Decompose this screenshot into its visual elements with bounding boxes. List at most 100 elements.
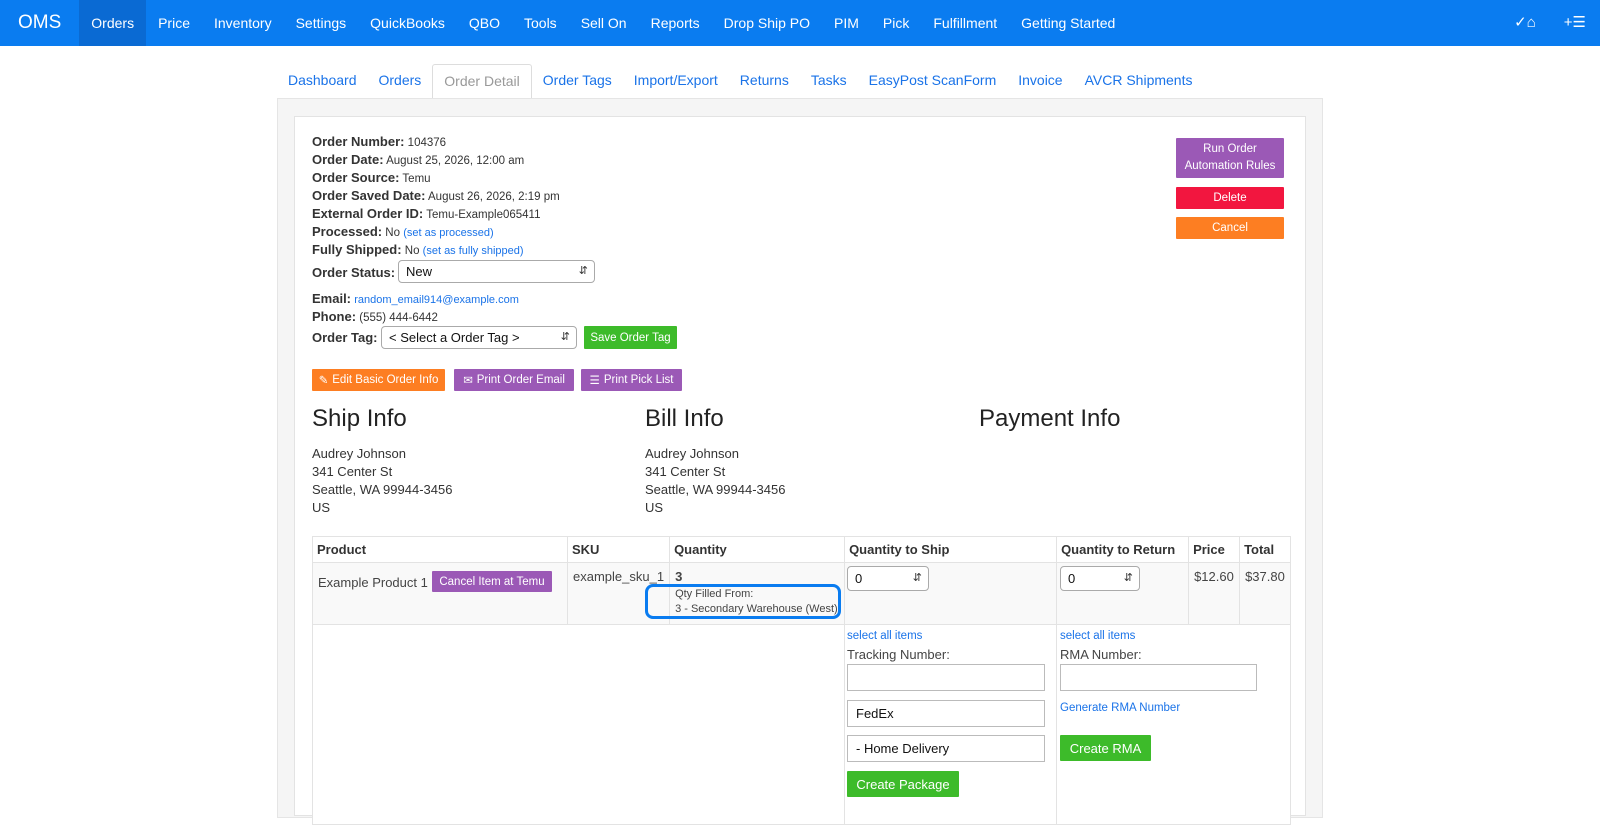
edit-basic-label: Edit Basic Order Info — [332, 374, 439, 386]
set-processed-link[interactable]: (set as processed) — [403, 227, 493, 239]
tab-order-detail[interactable]: Order Detail — [432, 64, 532, 100]
col-qty-ship: Quantity to Ship — [844, 536, 1058, 563]
check-home-icon[interactable]: ✓⌂ — [1500, 0, 1550, 46]
order-date-line: Order Date: August 25, 2026, 12:00 am — [312, 152, 524, 167]
qty-to-return-stepper[interactable]: 0 ⇵ — [1060, 566, 1140, 591]
order-tag-select[interactable]: < Select a Order Tag > ⇵ — [381, 326, 577, 349]
nav-inventory[interactable]: Inventory — [202, 0, 284, 46]
order-number-label: Order Number: — [312, 134, 405, 149]
phone-label: Phone: — [312, 309, 357, 324]
nav-fulfillment[interactable]: Fulfillment — [921, 0, 1009, 46]
tab-import-export[interactable]: Import/Export — [623, 64, 729, 99]
nav-settings[interactable]: Settings — [284, 0, 359, 46]
rma-number-input[interactable] — [1060, 664, 1257, 691]
envelope-icon: ✉ — [463, 375, 473, 387]
tracking-number-label: Tracking Number: — [847, 647, 950, 662]
tab-orders[interactable]: Orders — [368, 64, 433, 99]
return-select-all-link[interactable]: select all items — [1060, 630, 1135, 642]
bill-name: Audrey Johnson — [645, 446, 739, 461]
nav-tools[interactable]: Tools — [512, 0, 569, 46]
qty-to-ship-stepper[interactable]: 0 ⇵ — [847, 566, 929, 591]
nav-reports[interactable]: Reports — [639, 0, 712, 46]
order-status-select[interactable]: New ⇵ — [398, 260, 595, 283]
email-link[interactable]: random_email914@example.com — [354, 294, 519, 306]
order-status-line: Order Status: — [312, 265, 395, 280]
ship-name: Audrey Johnson — [312, 446, 406, 461]
col-total: Total — [1239, 536, 1291, 563]
generate-rma-link[interactable]: Generate RMA Number — [1060, 702, 1180, 714]
nav-orders[interactable]: Orders — [79, 0, 147, 46]
nav-quickbooks[interactable]: QuickBooks — [358, 0, 457, 46]
shipped-value: No — [404, 245, 420, 257]
nav-sell-on[interactable]: Sell On — [569, 0, 639, 46]
create-package-button[interactable]: Create Package — [847, 771, 959, 797]
tab-returns[interactable]: Returns — [729, 64, 800, 99]
ship-street: 341 Center St — [312, 464, 393, 479]
print-order-email-button[interactable]: ✉ Print Order Email — [454, 369, 574, 391]
bill-country: US — [645, 500, 664, 515]
nav-qbo[interactable]: QBO — [457, 0, 512, 46]
bill-street: 341 Center St — [645, 464, 726, 479]
delete-button[interactable]: Delete — [1176, 187, 1284, 209]
qty-to-ship-value: 0 — [855, 571, 863, 586]
quantity-value: 3 — [675, 569, 683, 584]
tracking-number-input[interactable] — [847, 664, 1045, 691]
tab-invoice[interactable]: Invoice — [1007, 64, 1073, 99]
qty-to-return-value: 0 — [1068, 571, 1076, 586]
pencil-icon: ✎ — [318, 375, 329, 387]
create-rma-button[interactable]: Create RMA — [1060, 735, 1151, 761]
list-icon: ☰ — [589, 375, 600, 387]
col-product: Product — [312, 536, 568, 563]
external-id-label: External Order ID: — [312, 206, 424, 221]
rma-number-label: RMA Number: — [1060, 647, 1142, 662]
nav-pim[interactable]: PIM — [822, 0, 871, 46]
order-date-label: Order Date: — [312, 152, 384, 167]
nav-drop-ship-po[interactable]: Drop Ship PO — [712, 0, 822, 46]
tab-tasks[interactable]: Tasks — [800, 64, 858, 99]
stepper-arrows-icon: ⇵ — [912, 572, 922, 584]
tab-avcr-shipments[interactable]: AVCR Shipments — [1074, 64, 1204, 99]
carrier-select[interactable]: FedEx — [847, 700, 1045, 727]
shipped-line: Fully Shipped: No (set as fully shipped) — [312, 242, 524, 257]
save-order-tag-button[interactable]: Save Order Tag — [584, 326, 677, 349]
ship-country: US — [312, 500, 331, 515]
service-select[interactable]: - Home Delivery — [847, 735, 1045, 762]
payment-info-heading: Payment Info — [979, 405, 1121, 432]
ship-address: Audrey Johnson 341 Center St Seattle, WA… — [312, 445, 452, 517]
total-cell: $37.80 — [1239, 562, 1291, 625]
nav-getting-started[interactable]: Getting Started — [1009, 0, 1127, 46]
tab-dashboard[interactable]: Dashboard — [277, 64, 368, 99]
order-date-value: August 25, 2026, 12:00 am — [386, 155, 525, 167]
ship-city: Seattle, WA 99944-3456 — [312, 482, 453, 497]
brand-logo[interactable]: OMS — [0, 0, 79, 46]
shipped-label: Fully Shipped: — [312, 242, 402, 257]
bill-address: Audrey Johnson 341 Center St Seattle, WA… — [645, 445, 785, 517]
phone-line: Phone: (555) 444-6442 — [312, 309, 438, 324]
stepper-arrows-icon: ⇵ — [1123, 572, 1133, 584]
col-sku: SKU — [566, 536, 671, 563]
print-pick-label: Print Pick List — [603, 374, 674, 386]
run-automation-rules-button[interactable]: Run Order Automation Rules — [1176, 138, 1284, 178]
order-status-value: New — [406, 264, 433, 279]
ship-info-heading: Ship Info — [312, 405, 407, 432]
set-fully-shipped-link[interactable]: (set as fully shipped) — [423, 245, 524, 257]
order-tabs: Dashboard Orders Order Detail Order Tags… — [277, 64, 1323, 100]
order-tag-label: Order Tag: — [312, 330, 378, 345]
cancel-button[interactable]: Cancel — [1176, 217, 1284, 239]
col-qty-return: Quantity to Return — [1056, 536, 1190, 563]
tab-easypost-scanform[interactable]: EasyPost ScanForm — [858, 64, 1008, 99]
ship-select-all-link[interactable]: select all items — [847, 630, 922, 642]
order-saved-value: August 26, 2026, 2:19 pm — [428, 191, 560, 203]
bill-info-heading: Bill Info — [645, 405, 724, 432]
add-list-icon[interactable]: +☰ — [1550, 0, 1600, 46]
phone-value: (555) 444-6442 — [359, 312, 438, 324]
price-cell: $12.60 — [1188, 562, 1241, 625]
edit-basic-order-info-button[interactable]: ✎ Edit Basic Order Info — [312, 369, 445, 391]
cancel-item-at-temu-button[interactable]: Cancel Item at Temu — [432, 571, 552, 592]
tab-order-tags[interactable]: Order Tags — [532, 64, 623, 99]
order-source-label: Order Source: — [312, 170, 400, 185]
nav-pick[interactable]: Pick — [871, 0, 921, 46]
print-pick-list-button[interactable]: ☰ Print Pick List — [581, 369, 682, 391]
nav-price[interactable]: Price — [146, 0, 202, 46]
col-price: Price — [1188, 536, 1241, 563]
